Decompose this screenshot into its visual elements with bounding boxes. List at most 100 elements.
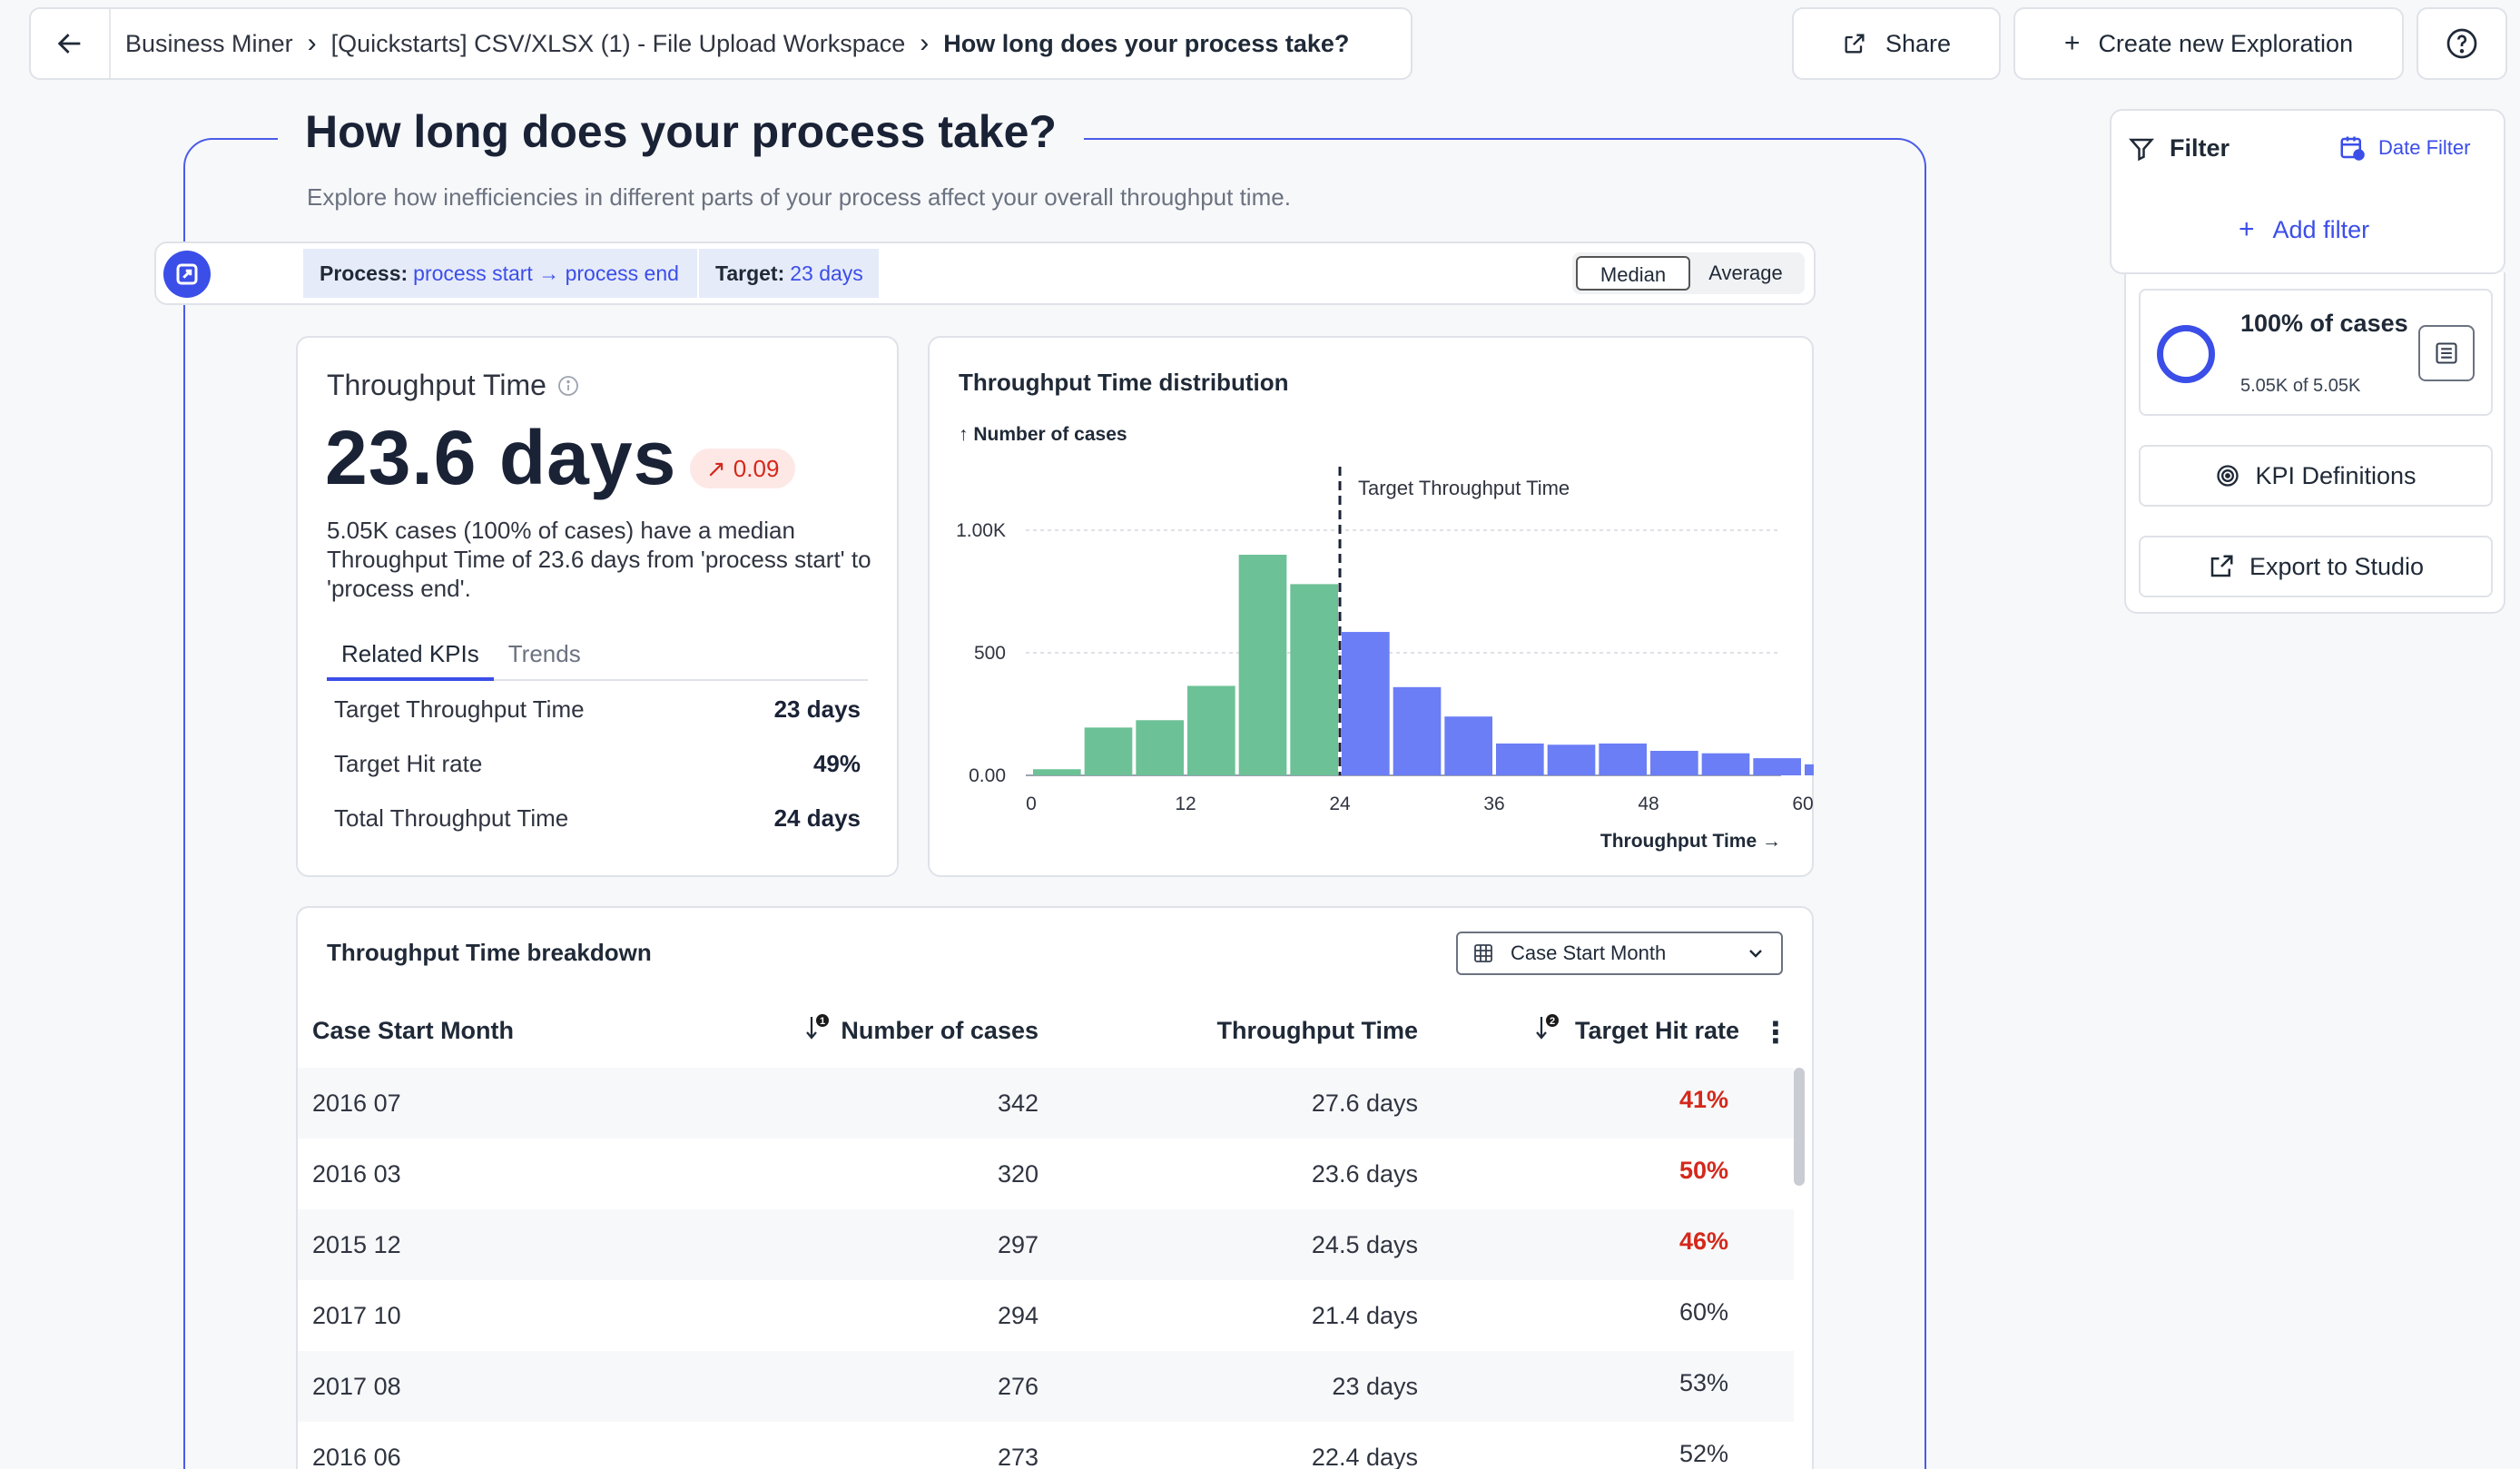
list-icon — [2436, 342, 2457, 364]
date-filter-label: Date Filter — [2378, 136, 2471, 159]
arrow-left-icon — [57, 34, 81, 54]
kpi-value: 23.6 days — [325, 415, 677, 500]
histogram-bar[interactable] — [1599, 743, 1647, 775]
cell-month: 2016 06 — [312, 1444, 401, 1469]
share-icon — [1845, 34, 1865, 54]
column-header-throughput[interactable]: Throughput Time — [1217, 1017, 1418, 1045]
histogram-bar[interactable] — [1753, 758, 1801, 775]
filter-label: Filter — [2170, 134, 2230, 162]
cell-hit-rate: 52% — [1678, 1440, 1728, 1467]
histogram-bar[interactable] — [1084, 727, 1133, 775]
target-value: 23 days — [790, 261, 863, 285]
cell-hit-rate: 41% — [1678, 1086, 1728, 1113]
breadcrumb-item-workspace[interactable]: [Quickstarts] CSV/XLSX (1) - File Upload… — [317, 30, 920, 58]
cell-throughput: 27.6 days — [1311, 1089, 1418, 1117]
histogram-bar[interactable] — [1650, 751, 1698, 775]
page-subtitle: Explore how inefficiencies in different … — [307, 183, 1291, 211]
table-row[interactable]: 2016 06 273 22.4 days 52% — [298, 1422, 1794, 1469]
kpi-definitions-button[interactable]: KPI Definitions — [2139, 445, 2493, 507]
x-tick-label: 24 — [1329, 794, 1351, 814]
kpi-title: Throughput Time — [327, 369, 546, 401]
target-key: Target: — [715, 261, 785, 285]
add-filter-label: Add filter — [2272, 215, 2370, 243]
target-line-label: Target Throughput Time — [1358, 477, 1570, 499]
target-chip[interactable]: Target: 23 days — [699, 249, 879, 298]
info-icon[interactable] — [557, 375, 579, 397]
share-label: Share — [1885, 29, 1952, 57]
process-value: process start → process end — [413, 261, 679, 285]
histogram-bar[interactable] — [1136, 720, 1184, 775]
trend-up-icon: ↗ — [706, 454, 726, 482]
toggle-median[interactable]: Median — [1576, 256, 1690, 291]
aggregation-toggle: Median Average — [1572, 252, 1805, 294]
histogram-bar[interactable] — [1393, 686, 1442, 775]
related-kpi-label: Total Throughput Time — [334, 804, 569, 832]
breadcrumb: Business Miner › [Quickstarts] CSV/XLSX … — [29, 7, 1413, 80]
cell-throughput: 21.4 days — [1311, 1302, 1418, 1329]
tab-trends[interactable]: Trends — [494, 634, 596, 681]
kpi-description: 5.05K cases (100% of cases) have a media… — [327, 517, 871, 602]
share-button[interactable]: Share — [1792, 7, 2001, 80]
page-title-box: How long does your process take? — [278, 105, 1084, 158]
cases-percent: 100% of cases — [2240, 310, 2408, 337]
chevron-right-icon: › — [307, 28, 317, 58]
tab-related-kpis[interactable]: Related KPIs — [327, 634, 494, 681]
export-to-studio-button[interactable]: Export to Studio — [2139, 536, 2493, 597]
breakdown-title: Throughput Time breakdown — [327, 939, 652, 966]
cell-cases: 342 — [997, 1089, 1039, 1117]
histogram-bar[interactable] — [1496, 743, 1544, 775]
create-exploration-button[interactable]: + Create new Exploration — [2013, 7, 2404, 80]
column-header-hit-rate[interactable]: Target Hit rate — [1575, 1017, 1739, 1045]
histogram-bar[interactable] — [1238, 555, 1287, 775]
histogram-bar[interactable] — [1290, 584, 1338, 775]
table-row[interactable]: 2015 12 297 24.5 days 46% — [298, 1209, 1794, 1280]
breakdown-dimension-select[interactable]: Case Start Month — [1456, 932, 1783, 975]
x-tick-label: 36 — [1483, 794, 1504, 814]
table-row[interactable]: 2017 08 276 23 days 53% — [298, 1351, 1794, 1422]
kpi-tabs: Related KPIs Trends — [327, 634, 868, 681]
dropdown-value: Case Start Month — [1511, 942, 1667, 964]
histogram-bar[interactable] — [1033, 769, 1081, 775]
breadcrumb-item-current: How long does your process take? — [943, 29, 1350, 57]
histogram-bar[interactable] — [1547, 744, 1596, 775]
back-button[interactable] — [31, 9, 111, 78]
sort-desc-icon[interactable]: 1 — [804, 1013, 832, 1050]
process-tool-icon[interactable] — [163, 251, 211, 298]
related-kpi-value: 49% — [812, 750, 861, 777]
table-row[interactable]: 2016 07 342 27.6 days 41% — [298, 1068, 1794, 1139]
cell-cases: 273 — [997, 1444, 1039, 1469]
table-scrollbar[interactable] — [1794, 1068, 1805, 1186]
date-filter-button[interactable]: Date Filter — [2338, 134, 2470, 162]
plus-icon: + — [2239, 214, 2255, 244]
breadcrumb-item-business-miner[interactable]: Business Miner — [111, 30, 308, 58]
sort-priority-badge: 2 — [1550, 1016, 1555, 1027]
toggle-average[interactable]: Average — [1690, 256, 1801, 291]
column-header-month[interactable]: Case Start Month — [312, 1017, 514, 1045]
histogram-bar[interactable] — [1805, 764, 1814, 775]
help-button[interactable] — [2417, 7, 2507, 80]
kpi-definitions-label: KPI Definitions — [2255, 461, 2417, 489]
cell-month: 2016 07 — [312, 1089, 401, 1117]
histogram-bar[interactable] — [1342, 632, 1390, 775]
cell-cases: 294 — [997, 1302, 1039, 1329]
trend-value: 0.09 — [733, 454, 780, 482]
sort-priority-badge: 1 — [820, 1016, 825, 1027]
case-list-button[interactable] — [2418, 325, 2475, 381]
column-header-cases[interactable]: Number of cases — [841, 1017, 1039, 1045]
table-row[interactable]: 2017 10 294 21.4 days 60% — [298, 1280, 1794, 1351]
add-filter-button[interactable]: + Add filter — [2239, 214, 2369, 245]
cell-month: 2015 12 — [312, 1231, 401, 1258]
table-row[interactable]: 2016 03 320 23.6 days 50% — [298, 1139, 1794, 1209]
cases-count: 5.05K of 5.05K — [2240, 376, 2361, 396]
y-tick-label: 1.00K — [956, 520, 1006, 541]
create-exploration-label: Create new Exploration — [2098, 29, 2354, 57]
plus-icon: + — [2063, 28, 2081, 58]
histogram-bar[interactable] — [1444, 716, 1492, 775]
more-vertical-icon[interactable]: ⋮ — [1761, 1015, 1790, 1050]
histogram-bar[interactable] — [1701, 753, 1750, 775]
calendar-plus-icon — [2340, 136, 2365, 161]
process-chip[interactable]: Process: process start → process end — [303, 249, 697, 298]
sort-desc-icon[interactable]: 2 — [1534, 1013, 1561, 1050]
cell-hit-rate: 46% — [1678, 1227, 1728, 1255]
histogram-bar[interactable] — [1187, 685, 1235, 775]
